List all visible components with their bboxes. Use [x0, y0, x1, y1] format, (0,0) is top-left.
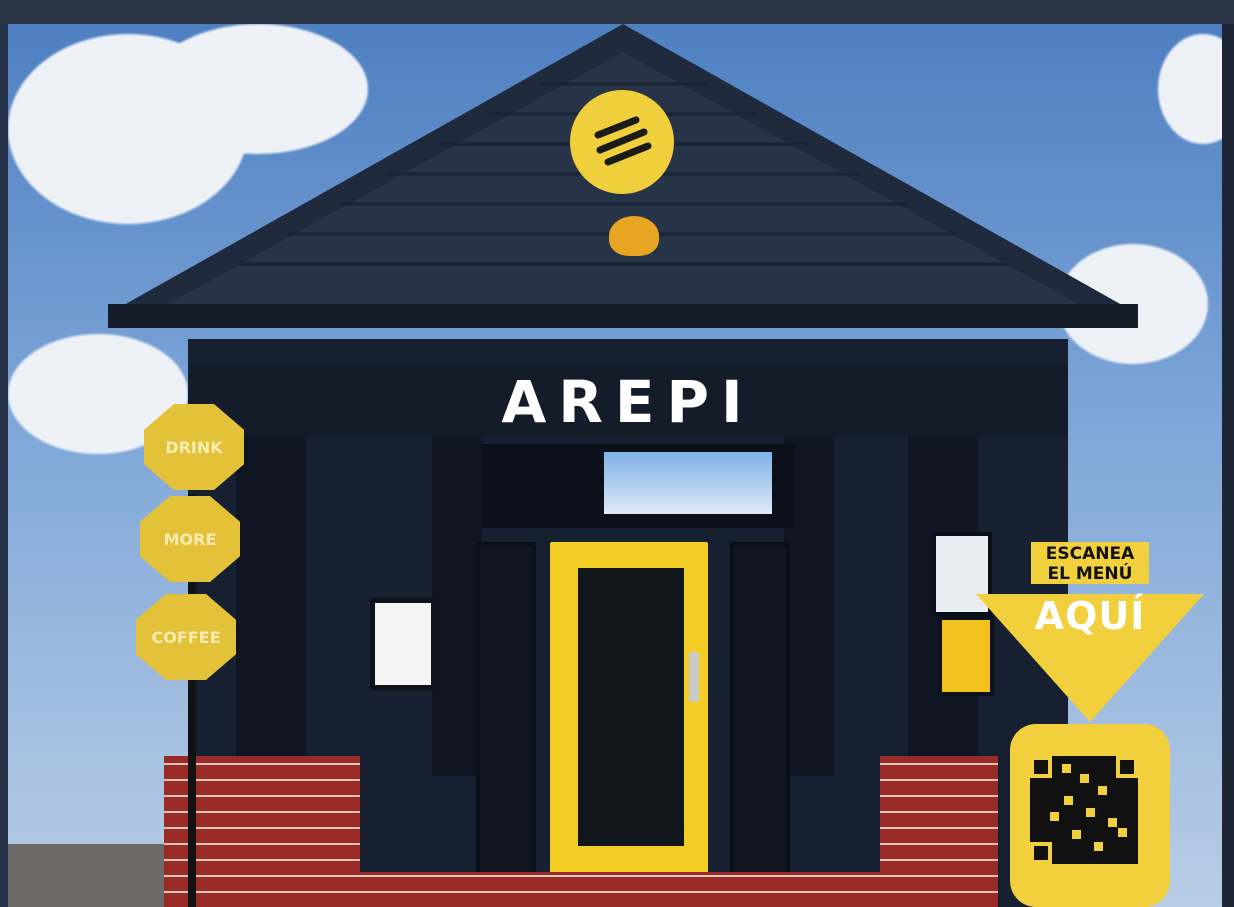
- qr-finder: [1030, 842, 1052, 864]
- storefront-poster: AREPI DRINK MORE COFFEE ESCANEA EL MENÚ …: [0, 0, 1234, 907]
- scan-menu-callout: ESCANEA EL MENÚ AQUÍ: [976, 542, 1204, 722]
- transom-glass: [604, 452, 772, 514]
- logo-disc: [570, 90, 674, 194]
- scan-line-2: EL MENÚ: [1047, 564, 1133, 584]
- qr-module: [1072, 830, 1081, 839]
- cloud: [1158, 34, 1222, 144]
- qr-module: [1064, 796, 1073, 805]
- door-handle: [689, 652, 699, 702]
- qr-module: [1080, 774, 1089, 783]
- right-edge: [1222, 24, 1234, 907]
- menu-poster: [370, 598, 436, 690]
- qr-module: [1062, 764, 1071, 773]
- qr-finder: [1116, 756, 1138, 778]
- side-window-left: [476, 542, 536, 888]
- side-window-right: [730, 542, 790, 888]
- qr-finder: [1030, 756, 1052, 778]
- qr-module: [1118, 828, 1127, 837]
- column: [432, 436, 482, 776]
- qr-code-icon[interactable]: [1030, 756, 1138, 864]
- brick-planter-right: [880, 756, 998, 907]
- qr-module: [1094, 842, 1103, 851]
- wall-lamp: [609, 216, 659, 256]
- qr-module: [1108, 818, 1117, 827]
- qr-module: [1098, 786, 1107, 795]
- left-edge: [0, 24, 8, 907]
- scan-aqui: AQUÍ: [1034, 594, 1146, 638]
- top-band: [0, 0, 1234, 24]
- logo-mark: [594, 116, 652, 166]
- scan-line-1: ESCANEA: [1045, 544, 1135, 564]
- sign-coffee: COFFEE: [136, 594, 236, 680]
- scan-text-box: ESCANEA EL MENÚ: [1031, 542, 1149, 584]
- sidewalk: [8, 844, 164, 907]
- brick-step: [348, 872, 888, 907]
- qr-module: [1086, 808, 1095, 817]
- column: [236, 436, 306, 776]
- qr-module: [1050, 812, 1059, 821]
- door-glass: [578, 568, 684, 846]
- store-name: AREPI: [501, 368, 755, 436]
